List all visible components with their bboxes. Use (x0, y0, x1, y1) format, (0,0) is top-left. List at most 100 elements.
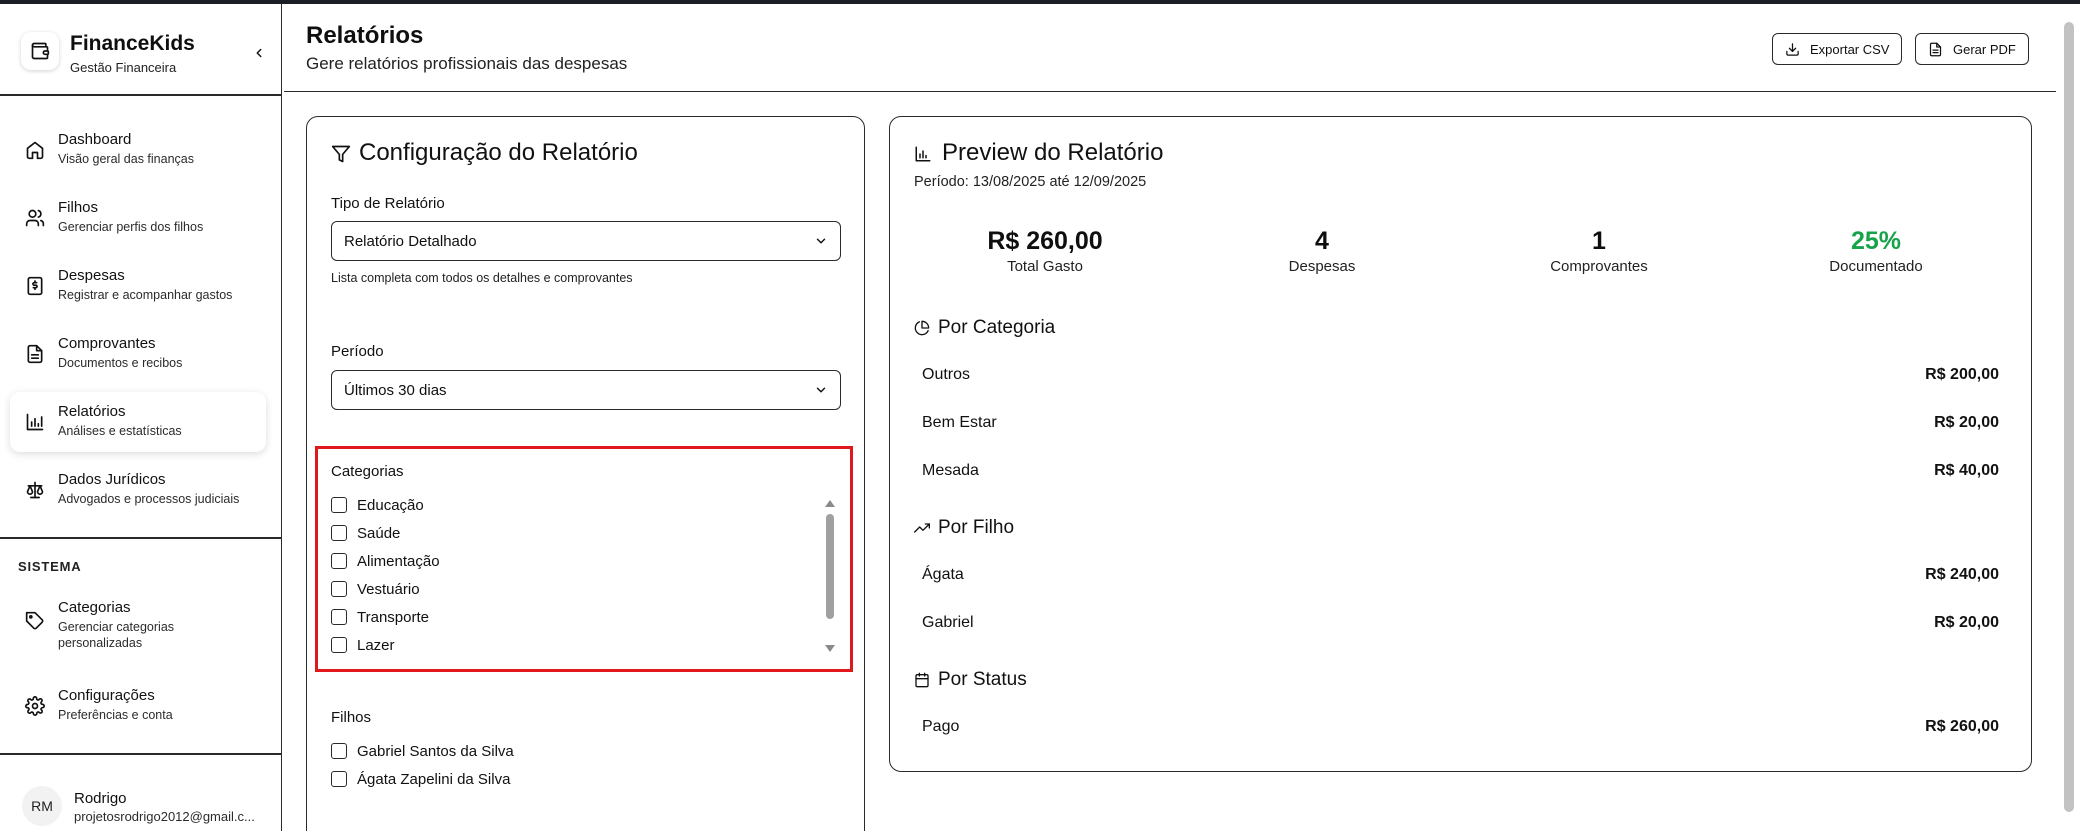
sidebar-item-label: Relatórios (58, 403, 126, 420)
generate-pdf-label: Gerar PDF (1953, 41, 2016, 57)
stat-label: Comprovantes (1550, 258, 1648, 275)
export-csv-label: Exportar CSV (1810, 41, 1890, 57)
section-title: Por Categoria (938, 317, 1056, 338)
checkbox-label: Educação (357, 496, 424, 514)
sidebar-item-description: Registrar e acompanhar gastos (58, 288, 233, 302)
report-type-select[interactable]: Relatório Detalhado (331, 221, 841, 261)
sidebar-item-description: Análises e estatísticas (58, 424, 182, 438)
page-subtitle: Gere relatórios profissionais das despes… (306, 54, 628, 73)
category-checkbox-vestuario[interactable]: Vestuário (331, 579, 420, 599)
sidebar-item-filhos[interactable]: Filhos Gerenciar perfis dos filhos (10, 188, 266, 248)
period-value: Últimos 30 dias (344, 381, 447, 399)
config-title: Configuração do Relatório (359, 139, 638, 166)
checkbox[interactable] (331, 637, 347, 653)
stat-value: R$ 260,00 (987, 227, 1103, 255)
brand-subtitle: Gestão Financeira (70, 60, 177, 75)
stat-documentado: 25% Documentado (1756, 227, 1996, 275)
page-scrollbar-thumb[interactable] (2064, 22, 2074, 812)
section-por-filho: Por Filho (914, 517, 1014, 539)
brand: FinanceKids Gestão Financeira (18, 28, 264, 75)
export-csv-button[interactable]: Exportar CSV (1772, 33, 1903, 65)
checkbox[interactable] (331, 497, 347, 513)
children-label: Filhos (331, 709, 372, 726)
category-checkbox-alimentacao[interactable]: Alimentação (331, 551, 440, 571)
sidebar-item-description: Gerenciar perfis dos filhos (58, 220, 204, 234)
wallet-icon (21, 32, 59, 70)
sidebar-item-dados-juridicos[interactable]: Dados Jurídicos Advogados e processos ju… (10, 460, 266, 520)
period-select[interactable]: Últimos 30 dias (331, 370, 841, 410)
checkbox[interactable] (331, 581, 347, 597)
bar-chart-icon (24, 411, 46, 433)
chevron-down-icon (816, 387, 826, 393)
file-text-icon (1929, 42, 1942, 56)
category-checkbox-lazer[interactable]: Lazer (331, 635, 395, 655)
checkbox[interactable] (331, 609, 347, 625)
sidebar-item-label: Categorias (58, 599, 131, 616)
category-name: Bem Estar (922, 414, 997, 431)
categories-label: Categorias (331, 463, 404, 480)
category-name: Outros (922, 366, 971, 383)
category-value: R$ 200,00 (1925, 366, 1999, 383)
sidebar-item-description: Preferências e conta (58, 708, 173, 722)
child-name: Gabriel (922, 614, 974, 631)
stat-label: Total Gasto (1007, 258, 1083, 275)
gear-icon (24, 695, 46, 717)
status-value: R$ 260,00 (1925, 718, 1999, 735)
avatar[interactable]: RM (22, 786, 62, 826)
child-checkbox-agata[interactable]: Ágata Zapelini da Silva (331, 769, 510, 789)
stat-value: 1 (1592, 227, 1606, 255)
checkbox-label: Lazer (357, 636, 395, 654)
report-type-hint: Lista completa com todos os detalhes e c… (331, 271, 633, 285)
tag-icon (24, 610, 46, 632)
stat-value: 25% (1850, 227, 1902, 255)
sidebar-item-label: Dashboard (58, 131, 132, 148)
checkbox-label: Vestuário (357, 580, 420, 598)
checkbox[interactable] (331, 553, 347, 569)
sidebar-item-despesas[interactable]: Despesas Registrar e acompanhar gastos (10, 256, 266, 316)
section-title: Por Filho (938, 517, 1015, 538)
category-checkbox-educacao[interactable]: Educação (331, 495, 424, 515)
section-por-categoria: Por Categoria (914, 317, 1055, 339)
users-icon (24, 207, 46, 229)
divider (0, 94, 282, 96)
sidebar-item-comprovantes[interactable]: Comprovantes Documentos e recibos (10, 324, 266, 384)
checkbox[interactable] (331, 525, 347, 541)
sidebar-item-relatorios[interactable]: Relatórios Análises e estatísticas (10, 392, 266, 452)
sidebar-item-dashboard[interactable]: Dashboard Visão geral das finanças (10, 120, 266, 180)
sidebar-item-label: Despesas (58, 267, 125, 284)
section-por-status: Por Status (914, 669, 1027, 691)
categories-scrollbar-thumb[interactable] (826, 514, 834, 619)
sidebar-item-configuracoes[interactable]: Configurações Preferências e conta (10, 676, 266, 736)
checkbox-label: Transporte (357, 608, 429, 626)
collapse-sidebar-button[interactable] (248, 42, 270, 64)
divider (0, 753, 282, 755)
category-value: R$ 20,00 (1934, 414, 1999, 431)
child-value: R$ 20,00 (1934, 614, 1999, 631)
dollar-receipt-icon (24, 275, 46, 297)
checkbox[interactable] (331, 743, 347, 759)
generate-pdf-button[interactable]: Gerar PDF (1915, 33, 2029, 65)
stat-label: Documentado (1829, 258, 1923, 275)
checkbox-label: Gabriel Santos da Silva (357, 742, 514, 760)
pie-chart-icon (914, 320, 930, 336)
calendar-icon (915, 672, 929, 688)
sidebar-item-label: Configurações (58, 687, 155, 704)
child-name: Ágata (922, 566, 964, 583)
category-checkbox-saude[interactable]: Saúde (331, 523, 400, 543)
download-icon (1786, 42, 1799, 56)
trending-up-icon (914, 523, 930, 533)
sidebar-item-description: Gerenciar categorias personalizadas (58, 620, 175, 650)
filter-icon (331, 145, 351, 163)
child-checkbox-gabriel[interactable]: Gabriel Santos da Silva (331, 741, 514, 761)
sidebar-item-label: Dados Jurídicos (58, 471, 166, 488)
scroll-up-arrow-icon[interactable] (825, 500, 835, 507)
sidebar-item-label: Filhos (58, 199, 99, 216)
bar-chart-icon (915, 146, 931, 162)
stat-total-gasto: R$ 260,00 Total Gasto (925, 227, 1165, 275)
sidebar-item-categorias[interactable]: Categorias Gerenciar categorias personal… (10, 588, 266, 658)
preview-period: Período: 13/08/2025 até 12/09/2025 (914, 174, 1147, 190)
child-value: R$ 240,00 (1925, 566, 1999, 583)
scroll-down-arrow-icon[interactable] (825, 645, 835, 652)
checkbox[interactable] (331, 771, 347, 787)
category-checkbox-transporte[interactable]: Transporte (331, 607, 429, 627)
